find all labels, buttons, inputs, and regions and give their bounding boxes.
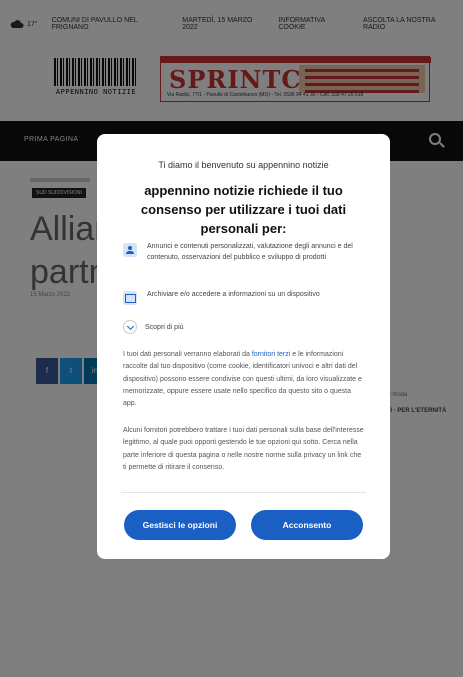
purpose-text: Archiviare e/o accedere a informazioni s…: [147, 291, 320, 298]
consent-dialog: Ti diamo il benvenuto su appennino notiz…: [97, 134, 390, 559]
manage-options-button[interactable]: Gestisci le opzioni: [124, 510, 236, 540]
data-processing-paragraph: I tuoi dati personali verranno elaborati…: [123, 349, 365, 410]
legitimate-interest-paragraph: Alcuni fornitori potrebbero trattare i t…: [123, 427, 364, 471]
chevron-down-icon: [123, 320, 137, 334]
accept-button[interactable]: Acconsento: [251, 510, 363, 540]
learn-more-label: Scopri di più: [145, 323, 184, 331]
paragraph-text: I tuoi dati personali verranno elaborati…: [123, 351, 252, 358]
user-icon: [123, 243, 137, 257]
learn-more-toggle[interactable]: Scopri di più: [123, 320, 184, 334]
third-party-vendors-link[interactable]: fornitori terzi: [252, 351, 291, 358]
purpose-personalised-ads: Annunci e contenuti personalizzati, valu…: [123, 242, 369, 263]
paragraph-text: e le informazioni raccolte dal tuo dispo…: [123, 351, 362, 407]
divider: [121, 492, 366, 493]
consent-title: appennino notizie richiede il tuo consen…: [140, 183, 347, 236]
welcome-text: Ti diamo il benvenuto su appennino notiz…: [158, 160, 329, 170]
purpose-device-storage: Archiviare e/o accedere a informazioni s…: [123, 290, 369, 305]
purpose-text: Annunci e contenuti personalizzati, valu…: [147, 243, 353, 261]
device-icon: [123, 291, 137, 305]
